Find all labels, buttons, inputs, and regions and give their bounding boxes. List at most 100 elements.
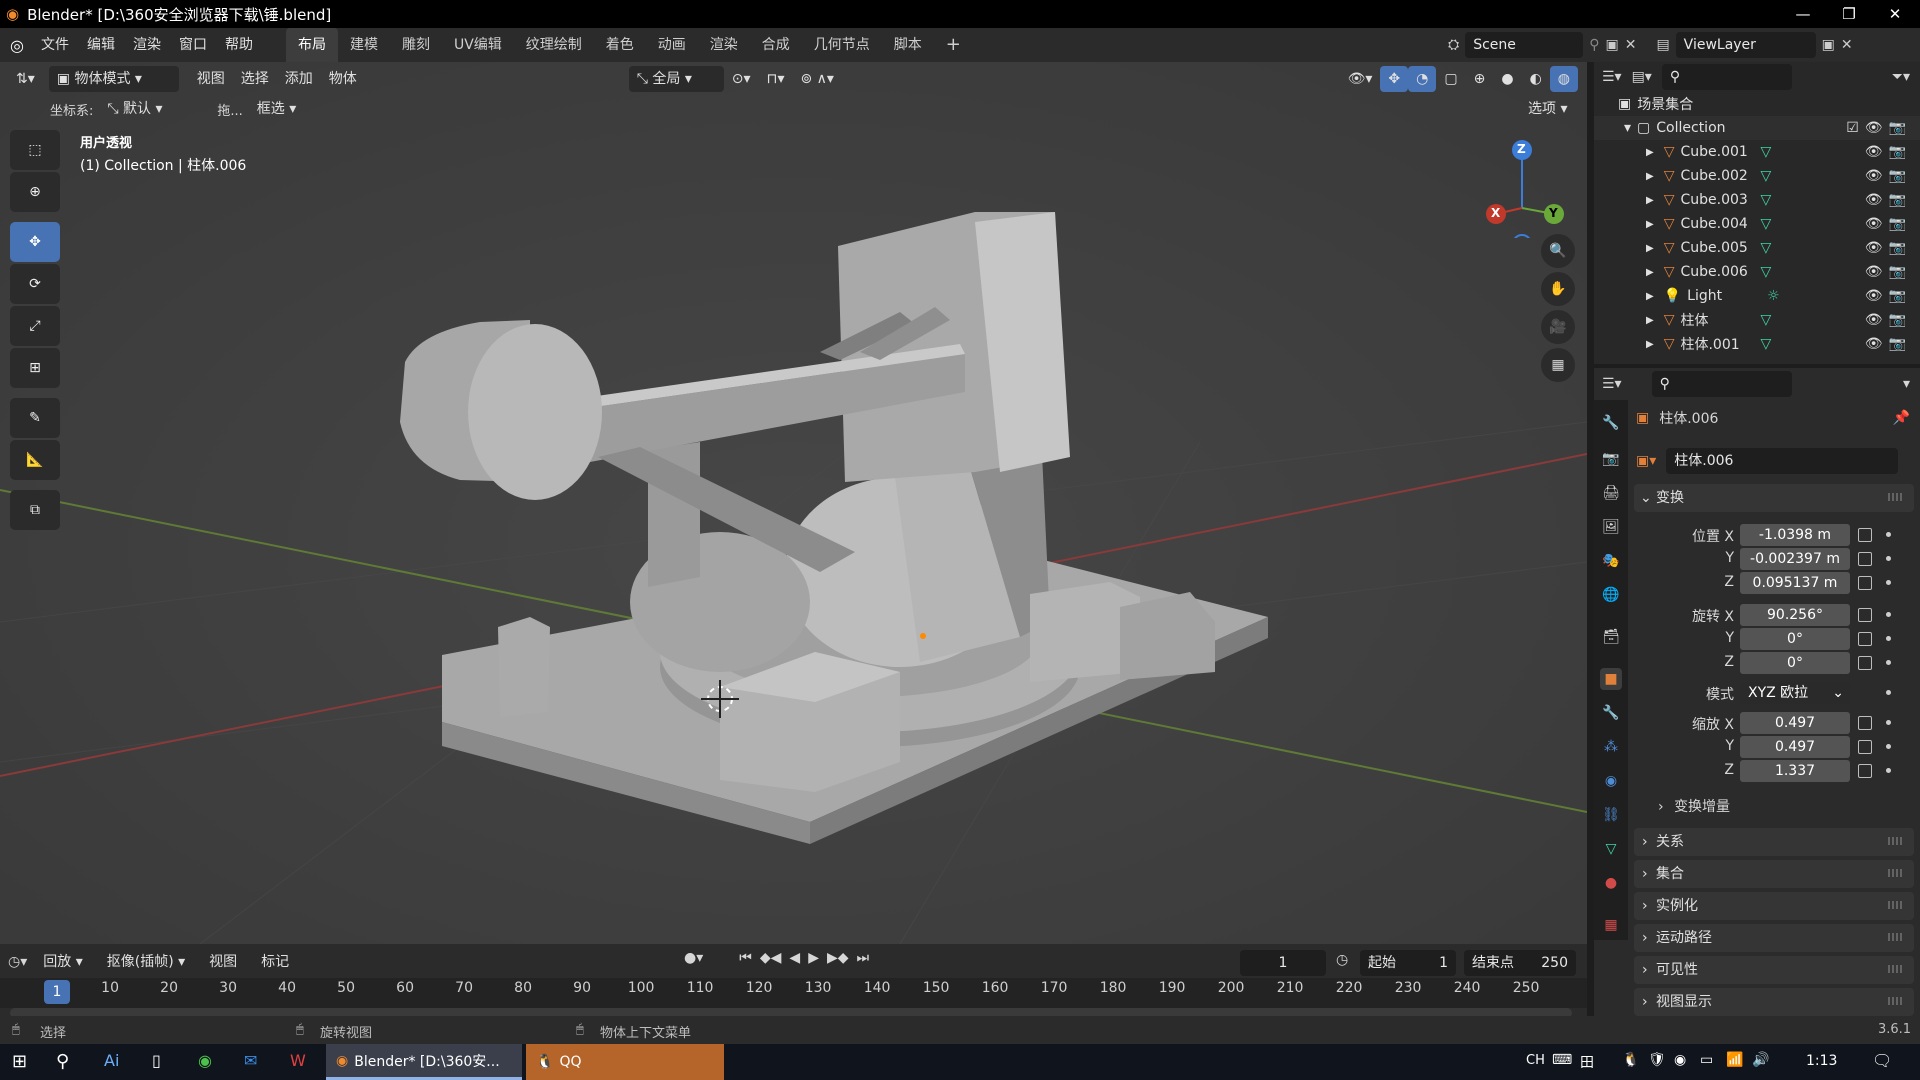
scene-render[interactable] [0,62,1587,944]
ai-app-icon[interactable]: Ai [104,1051,119,1070]
outliner-item[interactable]: ▶ ▽ 柱体 ▽ 👁📷 [1594,308,1920,332]
tab-texture-paint[interactable]: 纹理绘制 [514,28,594,62]
select-box-tool[interactable]: ⬚ [10,130,60,170]
grip-icon[interactable] [1888,837,1904,845]
menu-view[interactable]: 视图 [189,66,233,92]
pin-icon[interactable]: ⚲ [1589,37,1599,53]
rotation-y-field[interactable]: 0° [1740,628,1850,650]
transform-tool[interactable]: ⊞ [10,348,60,388]
grip-icon[interactable] [1888,493,1904,501]
remove-view-layer-icon[interactable]: ✕ [1841,37,1853,53]
mesh-data-icon[interactable]: ▽ [1760,168,1771,184]
menu-help[interactable]: 帮助 [216,28,262,62]
lock-icon[interactable] [1858,608,1872,622]
visibility-toggle[interactable]: 👁📷 [1865,168,1912,184]
tab-sculpting[interactable]: 雕刻 [390,28,442,62]
expand-arrow-icon[interactable]: ▶ [1646,291,1654,302]
lock-icon[interactable] [1858,552,1872,566]
drag-dropdown[interactable]: 框选 ▾ [249,96,319,122]
camera-view-button[interactable]: 🎥 [1541,310,1575,344]
grip-icon[interactable] [1888,965,1904,973]
mesh-data-icon[interactable]: ▽ [1760,192,1771,208]
properties-search[interactable]: ⚲ [1651,371,1792,397]
visibility-toggle[interactable]: 👁📷 [1865,192,1912,208]
marker-menu[interactable]: 标记 [253,949,297,975]
security-icon[interactable]: 🛡 [1648,1052,1666,1068]
minimize-button[interactable]: — [1780,0,1826,28]
object-tab-icon[interactable]: ■ [1600,668,1622,690]
next-keyframe-icon[interactable]: ▶◆ [827,950,849,966]
tab-animation[interactable]: 动画 [646,28,698,62]
options-dropdown[interactable]: 选项 ▾ [1520,96,1575,122]
close-button[interactable]: ✕ [1872,0,1918,28]
menu-object[interactable]: 物体 [321,66,365,92]
view-layer-field[interactable]: ViewLayer [1675,32,1816,58]
mode-dropdown[interactable]: ▣ 物体模式 ▾ [48,66,179,92]
taskbar-blender[interactable]: ◉ Blender* [D:\360安... [326,1044,522,1080]
scale-z-field[interactable]: 1.337 [1740,760,1850,782]
scene-icon[interactable]: ⛭ [1448,37,1459,53]
location-z-field[interactable]: 0.095137 m [1740,572,1850,594]
notifications-icon[interactable]: 🗨 [1872,1051,1892,1070]
data-tab-icon[interactable]: ▽ [1600,838,1622,860]
start-button-icon[interactable]: ⊞ [12,1051,27,1072]
cursor-tool[interactable]: ⊕ [10,172,60,212]
tray-app-icon[interactable]: 🐧 [1622,1052,1639,1068]
grip-icon[interactable] [1888,997,1904,1005]
tab-rendering[interactable]: 渲染 [698,28,750,62]
add-cube-tool[interactable]: ⧉ [10,490,60,530]
chrome-tray-icon[interactable]: ◉ [1674,1052,1686,1068]
lock-icon[interactable] [1858,656,1872,670]
expand-arrow-icon[interactable]: ▶ [1646,243,1654,254]
battery-icon[interactable]: ▭ [1700,1052,1713,1068]
timeline-editor-icon[interactable]: ◷▾ [8,954,27,970]
search-icon[interactable]: ⚲ [56,1051,69,1072]
menu-add[interactable]: 添加 [277,66,321,92]
visibility-toggle[interactable]: 👁📷 [1865,336,1912,352]
mesh-data-icon[interactable]: ▽ [1760,312,1771,328]
menu-file[interactable]: 文件 [32,28,78,62]
visibility-toggle[interactable]: 👁📷 [1865,144,1912,160]
navigation-gizmo[interactable] [1476,128,1586,238]
visibility-toggle[interactable]: 👁📷 [1865,240,1912,256]
scene-field[interactable]: Scene [1465,32,1584,58]
lock-icon[interactable] [1858,528,1872,542]
rotation-x-field[interactable]: 90.256° [1740,604,1850,626]
collapse-arrow-icon[interactable]: ▾ [1624,120,1631,136]
visibility-toggle[interactable]: 👁📷 [1865,264,1912,280]
grid-input-icon[interactable]: 田 [1580,1052,1594,1072]
mesh-data-icon[interactable]: ▽ [1760,216,1771,232]
material-shading-icon[interactable]: ◐ [1522,66,1550,92]
outliner-item[interactable]: ▶ ▽ Cube.002 ▽ 👁📷 [1594,164,1920,188]
expand-arrow-icon[interactable]: ▶ [1646,267,1654,278]
outliner-editor-icon[interactable]: ☰▾ [1602,69,1622,85]
material-tab-icon[interactable]: ● [1600,872,1622,894]
particles-tab-icon[interactable]: ⁂ [1600,736,1622,758]
visibility-toggle[interactable]: 👁📷 [1865,312,1912,328]
view-layer-icon[interactable]: ▤ [1656,37,1669,53]
properties-editor-icon[interactable]: ☰▾ [1602,376,1622,392]
keyframe-dot-icon[interactable] [1886,612,1891,617]
expand-arrow-icon[interactable]: ▶ [1646,315,1654,326]
output-tab-icon[interactable]: 🖨 [1600,482,1622,504]
properties-options-icon[interactable]: ▾ [1903,376,1910,392]
input-method-icon[interactable]: ⌨ [1552,1052,1572,1068]
jump-start-icon[interactable]: ⏮ [739,950,752,966]
xray-icon[interactable]: ▢ [1436,66,1465,92]
rendered-shading-icon[interactable]: ◍ [1549,66,1578,92]
outliner-item[interactable]: ▶ ▽ Cube.005 ▽ 👁📷 [1594,236,1920,260]
tool-tab-icon[interactable]: 🔧 [1600,412,1622,434]
pivot-icon[interactable]: ⊙▾ [724,66,759,92]
light-data-icon[interactable]: ☼ [1767,288,1780,304]
transform-section-header[interactable]: ⌄ 变换 [1634,484,1914,512]
properties-section[interactable]: › 视图显示 [1634,988,1914,1016]
rotate-tool[interactable]: ⟳ [10,264,60,304]
collection-tab-icon[interactable]: 🗃 [1600,626,1622,648]
tab-shading[interactable]: 着色 [594,28,646,62]
play-reverse-icon[interactable]: ◀ [789,950,800,966]
modifier-tab-icon[interactable]: 🔧 [1600,702,1622,724]
snap-icon[interactable]: ⊓▾ [759,66,793,92]
grip-icon[interactable] [1888,933,1904,941]
collection-toggles[interactable]: ☑👁📷 [1846,120,1912,136]
filter-icon[interactable]: ⏷▾ [1892,69,1910,85]
